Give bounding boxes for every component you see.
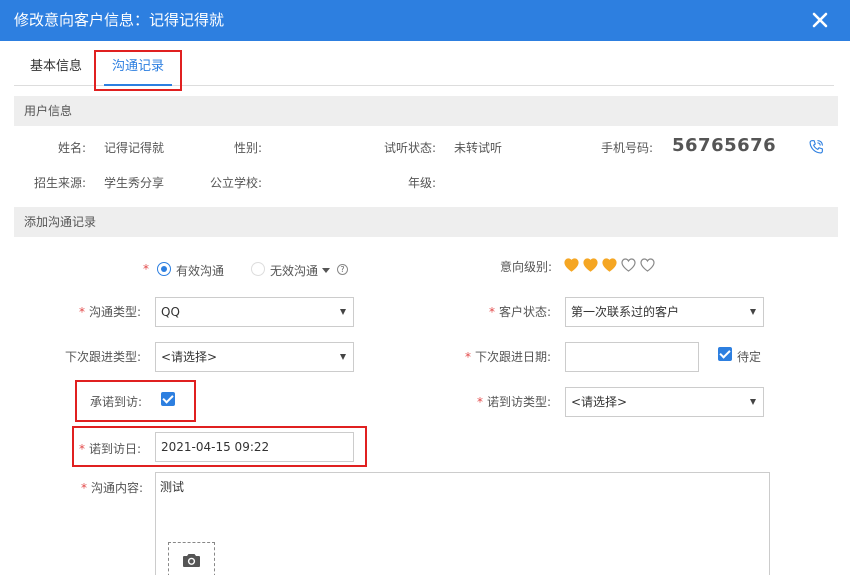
promise-visit-date-label: * 诺到访日: — [79, 440, 141, 457]
customer-status-label: * 客户状态: — [489, 303, 551, 320]
dialog-title: 修改意向客户信息：记得记得就 — [14, 11, 225, 29]
next-follow-type-value: <请选择> — [161, 350, 218, 364]
required-mark: * — [465, 350, 471, 364]
public-school-label: 公立学校: — [210, 176, 263, 190]
close-icon[interactable] — [808, 8, 832, 32]
select-arrow-icon — [340, 309, 346, 315]
next-follow-date-label-text: 下次跟进日期: — [475, 350, 552, 364]
required-mark: * — [143, 262, 149, 276]
heart-icon[interactable] — [602, 258, 617, 272]
name-label: 姓名: — [58, 141, 87, 155]
comm-type-label: * 沟通类型: — [79, 303, 141, 320]
promise-visit-date-label-text: 诺到访日: — [89, 442, 142, 456]
required-mark: * — [79, 442, 85, 456]
promise-visit-type-label: * 诺到访类型: — [477, 393, 551, 410]
tab-communication-record-label: 沟通记录 — [111, 59, 164, 74]
promise-visit-checkbox[interactable] — [161, 392, 175, 406]
next-follow-type-label: 下次跟进类型: — [65, 350, 142, 364]
source-value: 学生秀分享 — [104, 176, 165, 190]
select-arrow-icon — [340, 354, 346, 360]
next-follow-type-select[interactable]: <请选择> — [155, 342, 354, 372]
section-add-record-title: 添加沟通记录 — [24, 215, 97, 229]
tab-communication-record[interactable]: 沟通记录 — [96, 41, 180, 86]
comm-type-select[interactable]: QQ — [155, 297, 354, 327]
dialog-titlebar: 修改意向客户信息：记得记得就 — [0, 0, 850, 41]
promise-visit-date-input[interactable]: 2021-04-15 09:22 — [155, 432, 354, 462]
promise-visit-date-value: 2021-04-15 09:22 — [161, 440, 270, 454]
comm-type-label-text: 沟通类型: — [89, 305, 142, 319]
required-mark: * — [81, 481, 87, 495]
invalid-comm-label: 无效沟通 — [270, 264, 319, 278]
trial-status-value: 未转试听 — [454, 141, 503, 155]
required-mark: * — [477, 395, 483, 409]
heart-icon[interactable] — [583, 258, 598, 272]
tab-basic-info[interactable]: 基本信息 — [30, 41, 82, 85]
customer-status-label-text: 客户状态: — [499, 305, 552, 319]
invalid-comm-radio[interactable] — [251, 262, 265, 276]
required-mark: * — [79, 305, 85, 319]
phone-label: 手机号码: — [601, 141, 654, 155]
name-value: 记得记得就 — [104, 141, 165, 155]
pending-label: 待定 — [737, 350, 762, 364]
heart-icon[interactable] — [621, 258, 636, 272]
section-add-record: 添加沟通记录 — [14, 207, 838, 237]
active-tab-indicator — [104, 84, 172, 86]
phone-call-icon[interactable] — [807, 138, 825, 156]
heart-icon[interactable] — [640, 258, 655, 272]
heart-icon[interactable] — [564, 258, 579, 272]
comm-content-textarea[interactable]: 测试 — [155, 472, 770, 575]
select-arrow-icon — [750, 309, 756, 315]
next-follow-date-input[interactable] — [565, 342, 699, 372]
promise-visit-type-value: <请选择> — [571, 395, 628, 409]
trial-status-label: 试听状态: — [384, 141, 437, 155]
comm-content-value: 测试 — [160, 480, 185, 494]
valid-comm-label: 有效沟通 — [176, 264, 225, 278]
tab-basic-info-label: 基本信息 — [30, 59, 83, 74]
section-user-info: 用户信息 — [14, 96, 838, 126]
phone-number: 56765676 — [672, 135, 777, 156]
intent-level-label: 意向级别: — [500, 260, 553, 274]
promise-visit-label: 承诺到访: — [90, 395, 143, 409]
select-arrow-icon — [750, 399, 756, 405]
required-mark: * — [489, 305, 495, 319]
tab-bar: 基本信息 沟通记录 — [14, 41, 834, 86]
customer-status-select[interactable]: 第一次联系过的客户 — [565, 297, 764, 327]
promise-visit-type-label-text: 诺到访类型: — [487, 395, 552, 409]
grade-label: 年级: — [408, 176, 437, 190]
comm-content-label: * 沟通内容: — [81, 479, 143, 496]
valid-comm-radio[interactable] — [157, 262, 171, 276]
promise-visit-type-select[interactable]: <请选择> — [565, 387, 764, 417]
source-label: 招生来源: — [34, 176, 87, 190]
comm-type-value: QQ — [161, 305, 180, 319]
pending-checkbox[interactable] — [718, 347, 732, 361]
section-user-info-title: 用户信息 — [24, 104, 73, 118]
camera-icon — [183, 554, 200, 567]
next-follow-date-label: * 下次跟进日期: — [465, 348, 551, 365]
help-icon[interactable]: ? — [337, 264, 348, 275]
edit-customer-dialog: 修改意向客户信息：记得记得就 基本信息 沟通记录 用户信息 姓名: 记得记得就 … — [0, 0, 850, 575]
gender-label: 性别: — [234, 141, 263, 155]
chevron-down-icon[interactable] — [322, 268, 330, 273]
comm-content-label-text: 沟通内容: — [91, 481, 144, 495]
image-upload-button[interactable] — [168, 542, 215, 575]
customer-status-value: 第一次联系过的客户 — [571, 305, 680, 319]
